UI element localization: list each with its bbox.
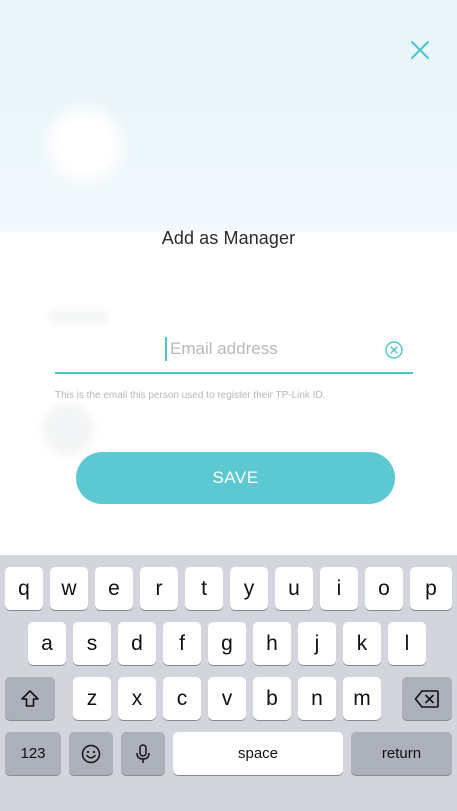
email-field (55, 330, 413, 374)
key-v[interactable]: v (208, 677, 246, 720)
key-c[interactable]: c (163, 677, 201, 720)
key-z[interactable]: z (73, 677, 111, 720)
key-m[interactable]: m (343, 677, 381, 720)
microphone-icon (136, 743, 150, 763)
key-b[interactable]: b (253, 677, 291, 720)
key-q[interactable]: q (5, 567, 43, 610)
space-key[interactable]: space (173, 732, 343, 775)
add-manager-screen: Add as Manager This is the email this pe… (0, 0, 457, 811)
microphone-key[interactable] (121, 732, 165, 775)
key-w[interactable]: w (50, 567, 88, 610)
background-blur (42, 403, 94, 455)
shift-key[interactable] (5, 677, 55, 720)
backspace-icon (414, 689, 439, 708)
key-t[interactable]: t (185, 567, 223, 610)
close-icon (411, 41, 429, 59)
page-title: Add as Manager (161, 228, 296, 248)
key-e[interactable]: e (95, 567, 133, 610)
email-input[interactable] (165, 337, 380, 361)
clear-icon (385, 341, 403, 359)
save-button[interactable]: SAVE (76, 452, 395, 504)
backspace-key[interactable] (402, 677, 452, 720)
key-f[interactable]: f (163, 622, 201, 665)
key-j[interactable]: j (298, 622, 336, 665)
clear-button[interactable] (383, 339, 405, 361)
return-key[interactable]: return (351, 732, 452, 775)
key-x[interactable]: x (118, 677, 156, 720)
key-h[interactable]: h (253, 622, 291, 665)
key-y[interactable]: y (230, 567, 268, 610)
key-k[interactable]: k (343, 622, 381, 665)
key-n[interactable]: n (298, 677, 336, 720)
background-glow (40, 100, 130, 190)
key-u[interactable]: u (275, 567, 313, 610)
key-r[interactable]: r (140, 567, 178, 610)
shift-icon (21, 689, 39, 707)
key-s[interactable]: s (73, 622, 111, 665)
key-i[interactable]: i (320, 567, 358, 610)
key-a[interactable]: a (28, 622, 66, 665)
key-d[interactable]: d (118, 622, 156, 665)
background-blur (48, 310, 108, 324)
numbers-key[interactable]: 123 (5, 732, 61, 775)
emoji-icon (81, 744, 101, 763)
key-o[interactable]: o (365, 567, 403, 610)
emoji-key[interactable] (69, 732, 113, 775)
email-hint: This is the email this person used to re… (55, 390, 326, 401)
key-p[interactable]: p (410, 567, 452, 610)
close-button[interactable] (402, 32, 438, 68)
key-l[interactable]: l (388, 622, 426, 665)
keyboard: q w e r t y u i o p a s d f g h j k l z … (0, 555, 457, 811)
key-g[interactable]: g (208, 622, 246, 665)
